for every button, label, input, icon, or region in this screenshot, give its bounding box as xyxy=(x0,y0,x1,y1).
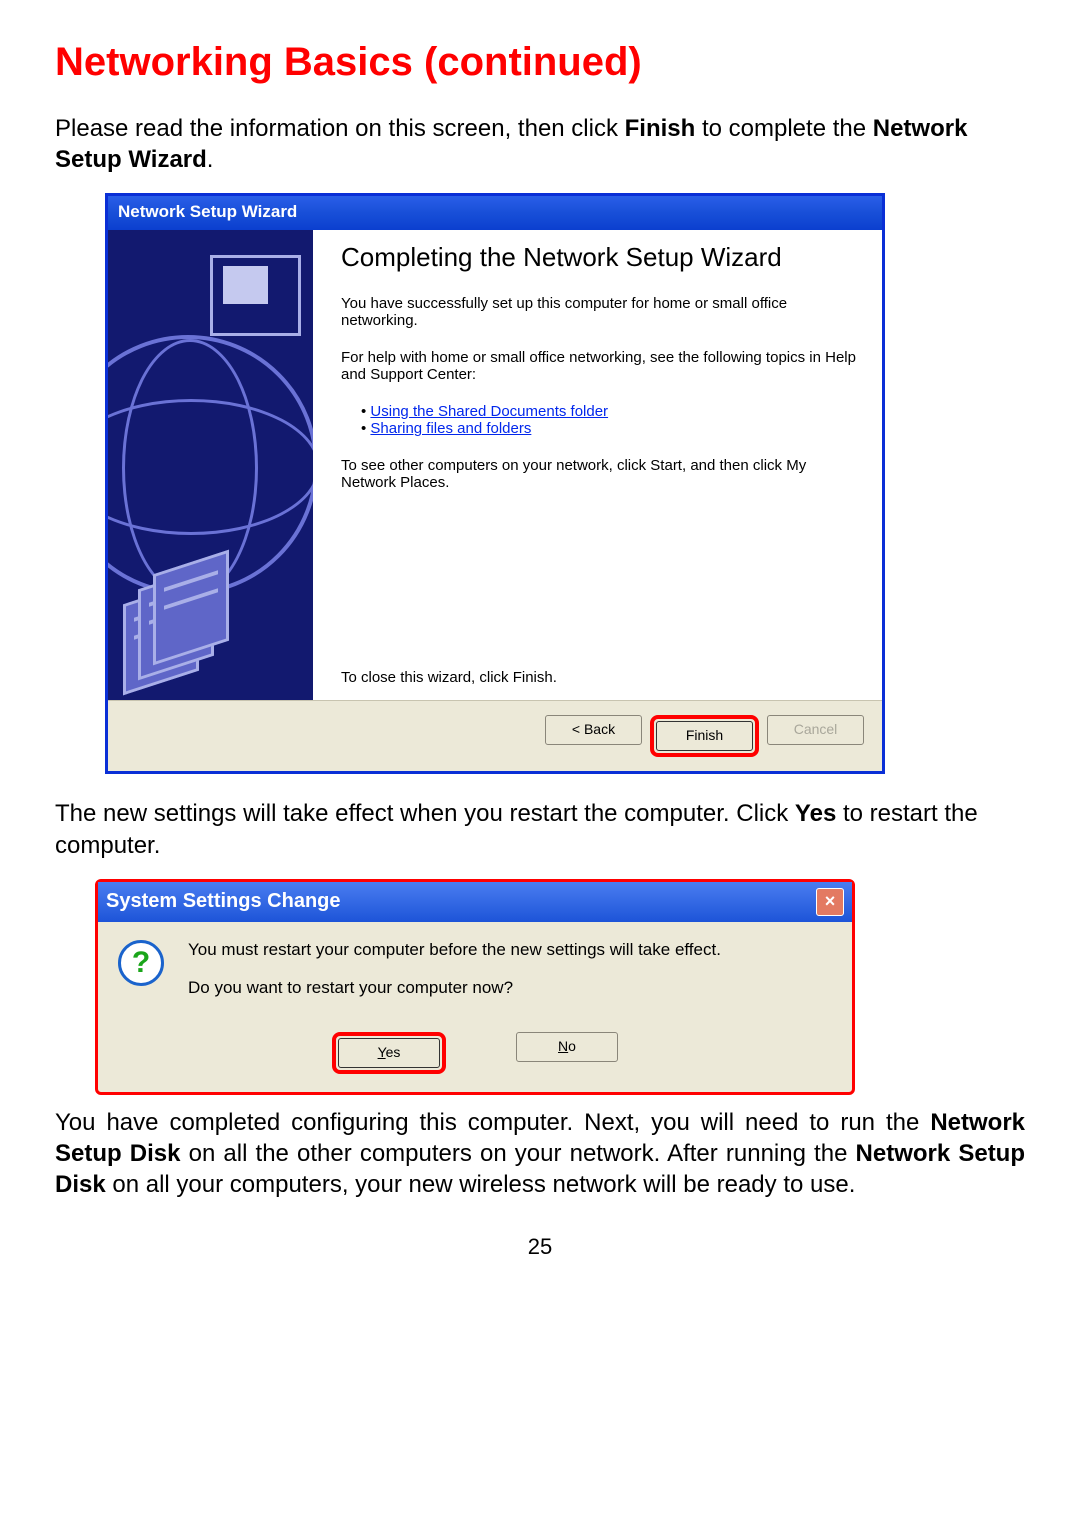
yes-button[interactable]: Yes xyxy=(338,1038,440,1068)
link-sharing-files[interactable]: Sharing files and folders xyxy=(370,420,531,437)
intro-text-2: to complete the xyxy=(695,115,872,142)
intro-bold-1: Finish xyxy=(625,115,696,142)
back-button[interactable]: < Back xyxy=(545,715,642,745)
intro-text-1: Please read the information on this scre… xyxy=(55,115,625,142)
yes-rest: es xyxy=(386,1044,401,1060)
final-t3: on all your computers, your new wireless… xyxy=(106,1171,856,1198)
yes-highlight: Yes xyxy=(332,1032,446,1074)
wizard-heading: Completing the Network Setup Wizard xyxy=(341,242,862,273)
finish-highlight: Finish xyxy=(650,715,759,757)
restart-bold: Yes xyxy=(795,800,836,827)
system-settings-dialog: System Settings Change × ? You must rest… xyxy=(95,879,855,1095)
intro-text-3: . xyxy=(207,146,214,173)
wizard-footer: < Back Finish Cancel xyxy=(108,700,882,771)
wizard-text-help: For help with home or small office netwo… xyxy=(341,349,862,383)
wizard-text-success: You have successfully set up this comput… xyxy=(341,295,862,329)
finish-button[interactable]: Finish xyxy=(656,721,753,751)
no-button[interactable]: No xyxy=(516,1032,618,1062)
documents-icon xyxy=(123,562,233,682)
dialog-line-2: Do you want to restart your computer now… xyxy=(188,978,721,998)
close-icon[interactable]: × xyxy=(816,888,844,916)
final-t2: on all the other computers on your netwo… xyxy=(180,1140,855,1167)
network-setup-wizard-window: Network Setup Wizard Completing the Netw… xyxy=(105,193,885,774)
wizard-titlebar: Network Setup Wizard xyxy=(108,196,882,230)
link-shared-documents[interactable]: Using the Shared Documents folder xyxy=(370,403,608,420)
monitor-icon xyxy=(210,255,301,336)
wizard-help-links: Using the Shared Documents folder Sharin… xyxy=(341,403,862,437)
final-paragraph: You have completed configuring this comp… xyxy=(55,1107,1025,1201)
dialog-title: System Settings Change xyxy=(106,890,341,913)
restart-paragraph: The new settings will take effect when y… xyxy=(55,798,1025,860)
wizard-text-close: To close this wizard, click Finish. xyxy=(341,669,862,686)
final-t1: You have completed configuring this comp… xyxy=(55,1109,930,1136)
dialog-line-1: You must restart your computer before th… xyxy=(188,940,721,960)
question-icon: ? xyxy=(118,940,164,986)
intro-paragraph: Please read the information on this scre… xyxy=(55,113,1025,175)
no-rest: o xyxy=(568,1038,576,1054)
restart-text-1: The new settings will take effect when y… xyxy=(55,800,795,827)
wizard-side-graphic xyxy=(108,230,313,700)
cancel-button: Cancel xyxy=(767,715,864,745)
page-number: 25 xyxy=(55,1234,1025,1260)
dialog-titlebar: System Settings Change × xyxy=(98,882,852,922)
wizard-text-network-places: To see other computers on your network, … xyxy=(341,457,862,491)
page-heading: Networking Basics (continued) xyxy=(55,40,1025,85)
